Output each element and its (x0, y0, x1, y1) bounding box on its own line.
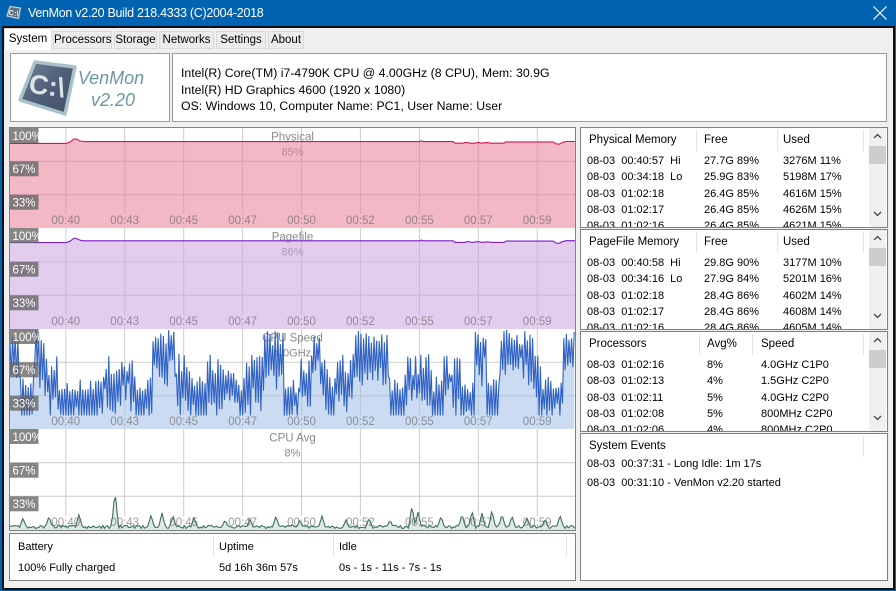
svg-text:00:52: 00:52 (346, 316, 375, 328)
svg-text:00:47: 00:47 (228, 517, 257, 529)
svg-text:00:55: 00:55 (405, 416, 434, 428)
svg-text:67%: 67% (13, 164, 36, 176)
svg-text:00:57: 00:57 (464, 316, 493, 328)
svg-text:100%: 100% (13, 231, 42, 243)
svg-text:00:43: 00:43 (110, 416, 139, 428)
svg-text:00:47: 00:47 (228, 416, 257, 428)
svg-text:00:57: 00:57 (464, 215, 493, 227)
svg-text:33%: 33% (13, 399, 36, 411)
svg-text:33%: 33% (13, 499, 36, 511)
svg-text:00:43: 00:43 (110, 517, 139, 529)
svg-text:00:59: 00:59 (523, 215, 552, 227)
svg-text:00:50: 00:50 (287, 517, 316, 529)
svg-text:00:40: 00:40 (51, 316, 80, 328)
svg-text:00:50: 00:50 (287, 316, 316, 328)
svg-text:00:45: 00:45 (169, 316, 198, 328)
svg-text:CPU Avg: CPU Avg (269, 433, 315, 445)
svg-text:00:40: 00:40 (51, 416, 80, 428)
svg-text:00:50: 00:50 (287, 215, 316, 227)
svg-text:00:45: 00:45 (169, 517, 198, 529)
svg-text:00:43: 00:43 (110, 316, 139, 328)
svg-text:00:52: 00:52 (346, 215, 375, 227)
svg-text:00:50: 00:50 (287, 416, 316, 428)
svg-text:33%: 33% (13, 298, 36, 310)
svg-text:00:59: 00:59 (523, 316, 552, 328)
svg-text:8%: 8% (285, 448, 301, 460)
svg-text:00:52: 00:52 (346, 517, 375, 529)
svg-text:00:59: 00:59 (523, 416, 552, 428)
svg-text:00:55: 00:55 (405, 215, 434, 227)
svg-text:00:40: 00:40 (51, 215, 80, 227)
svg-text:100%: 100% (13, 332, 42, 344)
svg-text:100%: 100% (13, 432, 42, 444)
svg-text:00:45: 00:45 (169, 416, 198, 428)
svg-text:00:43: 00:43 (110, 215, 139, 227)
svg-text:33%: 33% (13, 198, 36, 210)
svg-text:00:45: 00:45 (169, 215, 198, 227)
svg-text:00:57: 00:57 (464, 416, 493, 428)
svg-text:100%: 100% (13, 131, 42, 143)
svg-text:00:57: 00:57 (464, 517, 493, 529)
svg-text:00:55: 00:55 (405, 316, 434, 328)
svg-text:67%: 67% (13, 466, 36, 478)
svg-text:67%: 67% (13, 365, 36, 377)
svg-text:00:52: 00:52 (346, 416, 375, 428)
svg-text:00:47: 00:47 (228, 316, 257, 328)
svg-text:00:40: 00:40 (51, 517, 80, 529)
svg-text:00:47: 00:47 (228, 215, 257, 227)
svg-text:00:55: 00:55 (405, 517, 434, 529)
svg-text:00:59: 00:59 (523, 517, 552, 529)
svg-text:67%: 67% (13, 265, 36, 277)
